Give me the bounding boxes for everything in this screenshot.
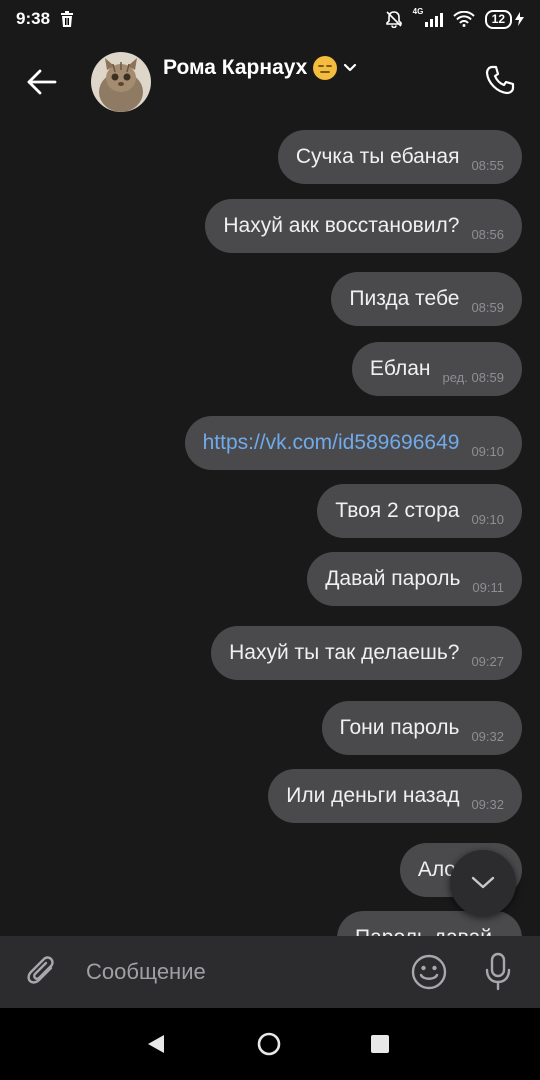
- message-text: Или деньги назад: [286, 784, 460, 807]
- message-bubble[interactable]: Пароль давай: [337, 911, 522, 936]
- message-text: Нахуй акк восстановил?: [223, 214, 460, 237]
- arrow-left-icon: [27, 69, 57, 95]
- cat-avatar-image: [91, 52, 151, 112]
- message-bubble[interactable]: https://vk.com/id589696649 09:10: [184, 416, 522, 470]
- message-bubble[interactable]: Нахуй ты так делаешь? 09:27: [211, 626, 522, 680]
- message-bubble[interactable]: Пизда тебе 08:59: [331, 272, 522, 326]
- wifi-icon: [452, 11, 475, 27]
- message-time: 08:55: [471, 157, 504, 173]
- message-time: 09:11: [472, 579, 504, 595]
- message-composer: [0, 936, 540, 1008]
- avatar[interactable]: [91, 52, 151, 112]
- message-text: Еблан: [369, 357, 431, 380]
- emoji-button[interactable]: [410, 953, 448, 991]
- microphone-icon: [485, 952, 511, 991]
- message-time: 09:32: [471, 728, 504, 744]
- paperclip-icon: [27, 956, 54, 984]
- charging-bolt-icon: [515, 12, 524, 26]
- message-text: Давай пароль: [325, 567, 461, 590]
- message-text: Сучка ты ебаная: [295, 145, 460, 168]
- message-time: 09:10: [471, 443, 504, 459]
- status-bar: 9:38 4G 12: [0, 0, 540, 38]
- message-bubble[interactable]: Гони пароль 09:32: [321, 701, 522, 755]
- attach-button[interactable]: [22, 952, 62, 992]
- chat-header: Рома Карнаух: [0, 40, 540, 122]
- chevron-down-icon: [344, 63, 357, 72]
- status-left: 9:38: [16, 9, 74, 29]
- back-button[interactable]: [22, 62, 62, 102]
- message-text: Пароль давай: [355, 926, 492, 936]
- message-bubble[interactable]: Давай пароль 09:11: [307, 552, 522, 606]
- nav-back-icon[interactable]: [144, 1032, 168, 1056]
- smiley-icon: [411, 954, 447, 990]
- trash-notification-icon: [61, 11, 74, 27]
- bell-off-icon: [385, 11, 402, 28]
- message-time: 08:56: [471, 226, 504, 242]
- expressionless-face-emoji-icon: [313, 56, 338, 80]
- message-bubble[interactable]: Твоя 2 стора 09:10: [317, 484, 522, 538]
- message-list[interactable]: Сучка ты ебаная 08:55 Нахуй акк восстано…: [0, 122, 540, 936]
- message-bubble[interactable]: Нахуй акк восстановил? 08:56: [205, 199, 522, 253]
- message-text: Гони пароль: [339, 716, 460, 739]
- status-time: 9:38: [16, 9, 51, 28]
- message-time: ред. 08:59: [442, 369, 504, 385]
- battery-level: 12: [484, 9, 512, 29]
- nav-recent-apps-icon[interactable]: [371, 1035, 389, 1053]
- chevron-down-icon: [471, 876, 495, 889]
- message-text: Твоя 2 стора: [335, 499, 460, 522]
- network-type: 4G: [412, 7, 424, 16]
- message-bubble[interactable]: Или деньги назад 09:32: [268, 769, 522, 823]
- scroll-to-bottom-button[interactable]: [450, 850, 516, 916]
- status-right: 4G 12: [385, 7, 524, 29]
- message-bubble[interactable]: Сучка ты ебаная 08:55: [277, 130, 522, 184]
- voice-message-button[interactable]: [480, 951, 516, 993]
- cellular-signal-icon: 4G: [413, 7, 443, 27]
- call-button[interactable]: [480, 60, 520, 100]
- message-time: 08:59: [471, 299, 504, 315]
- message-link[interactable]: https://vk.com/id589696649: [203, 431, 460, 455]
- phone-icon: [485, 65, 515, 95]
- message-time: 09:10: [471, 511, 504, 527]
- contact-name: Рома Карнаух: [163, 56, 308, 79]
- nav-home-icon[interactable]: [257, 1032, 281, 1056]
- system-navigation-bar: [0, 1008, 540, 1080]
- message-time: 09:32: [471, 796, 504, 812]
- battery-indicator: 12: [484, 9, 524, 29]
- message-time: 09:27: [471, 653, 504, 669]
- message-text: Нахуй ты так делаешь?: [229, 641, 460, 664]
- message-bubble[interactable]: Еблан ред. 08:59: [351, 342, 522, 396]
- message-input[interactable]: [86, 952, 386, 992]
- contact-title[interactable]: Рома Карнаух: [163, 56, 357, 80]
- message-text: Пизда тебе: [349, 287, 460, 310]
